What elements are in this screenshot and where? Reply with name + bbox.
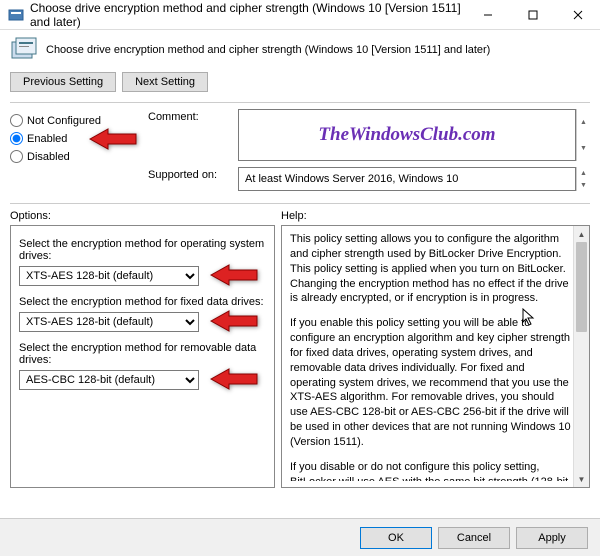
watermark-text: TheWindowsClub.com bbox=[318, 124, 495, 146]
help-panel: This policy setting allows you to config… bbox=[281, 225, 590, 488]
next-setting-button[interactable]: Next Setting bbox=[122, 72, 208, 92]
supported-text: At least Windows Server 2016, Windows 10 bbox=[245, 173, 458, 185]
apply-button[interactable]: Apply bbox=[516, 527, 588, 549]
supported-field: At least Windows Server 2016, Windows 10 bbox=[238, 167, 576, 191]
supported-label: Supported on: bbox=[148, 167, 238, 181]
not-configured-label: Not Configured bbox=[27, 115, 101, 127]
ok-button[interactable]: OK bbox=[360, 527, 432, 549]
help-paragraph: If you disable or do not configure this … bbox=[290, 460, 571, 481]
options-panel: Select the encryption method for operati… bbox=[10, 225, 275, 488]
help-label: Help: bbox=[281, 210, 590, 222]
policy-icon bbox=[10, 36, 38, 64]
dialog-footer: OK Cancel Apply bbox=[0, 518, 600, 556]
title-bar: Choose drive encryption method and ciphe… bbox=[0, 0, 600, 30]
divider bbox=[10, 102, 590, 103]
window-title: Choose drive encryption method and ciphe… bbox=[30, 1, 465, 29]
help-scrollbar[interactable]: ▲ ▼ bbox=[573, 226, 589, 487]
removable-drives-select[interactable]: AES-CBC 128-bit (default) bbox=[19, 370, 199, 390]
enabled-radio[interactable] bbox=[10, 132, 23, 145]
os-drives-select[interactable]: XTS-AES 128-bit (default) bbox=[19, 266, 199, 286]
comment-scroll[interactable]: ▲▼ bbox=[576, 109, 590, 161]
help-paragraph: If you enable this policy setting you wi… bbox=[290, 316, 571, 450]
divider bbox=[10, 203, 590, 204]
maximize-button[interactable] bbox=[510, 0, 555, 30]
close-button[interactable] bbox=[555, 0, 600, 30]
comment-label: Comment: bbox=[148, 109, 238, 123]
comment-field[interactable]: TheWindowsClub.com bbox=[238, 109, 576, 161]
disabled-radio[interactable] bbox=[10, 150, 23, 163]
policy-title: Choose drive encryption method and ciphe… bbox=[46, 44, 490, 56]
app-icon bbox=[8, 7, 24, 23]
pointer-arrow-icon bbox=[209, 366, 259, 395]
pointer-arrow-icon bbox=[209, 308, 259, 337]
mouse-cursor-icon bbox=[522, 308, 536, 329]
not-configured-radio[interactable] bbox=[10, 114, 23, 127]
os-drives-label: Select the encryption method for operati… bbox=[19, 238, 266, 262]
enabled-label: Enabled bbox=[27, 133, 67, 145]
minimize-button[interactable] bbox=[465, 0, 510, 30]
scroll-thumb[interactable] bbox=[576, 242, 587, 332]
disabled-label: Disabled bbox=[27, 151, 70, 163]
policy-header: Choose drive encryption method and ciphe… bbox=[10, 36, 590, 64]
supported-scroll[interactable]: ▲▼ bbox=[576, 167, 590, 191]
options-label: Options: bbox=[10, 210, 275, 222]
help-paragraph: This policy setting allows you to config… bbox=[290, 232, 571, 306]
fixed-drives-label: Select the encryption method for fixed d… bbox=[19, 296, 266, 308]
cancel-button[interactable]: Cancel bbox=[438, 527, 510, 549]
fixed-drives-select[interactable]: XTS-AES 128-bit (default) bbox=[19, 312, 199, 332]
pointer-arrow-icon bbox=[209, 262, 259, 291]
previous-setting-button[interactable]: Previous Setting bbox=[10, 72, 116, 92]
removable-drives-label: Select the encryption method for removab… bbox=[19, 342, 266, 366]
